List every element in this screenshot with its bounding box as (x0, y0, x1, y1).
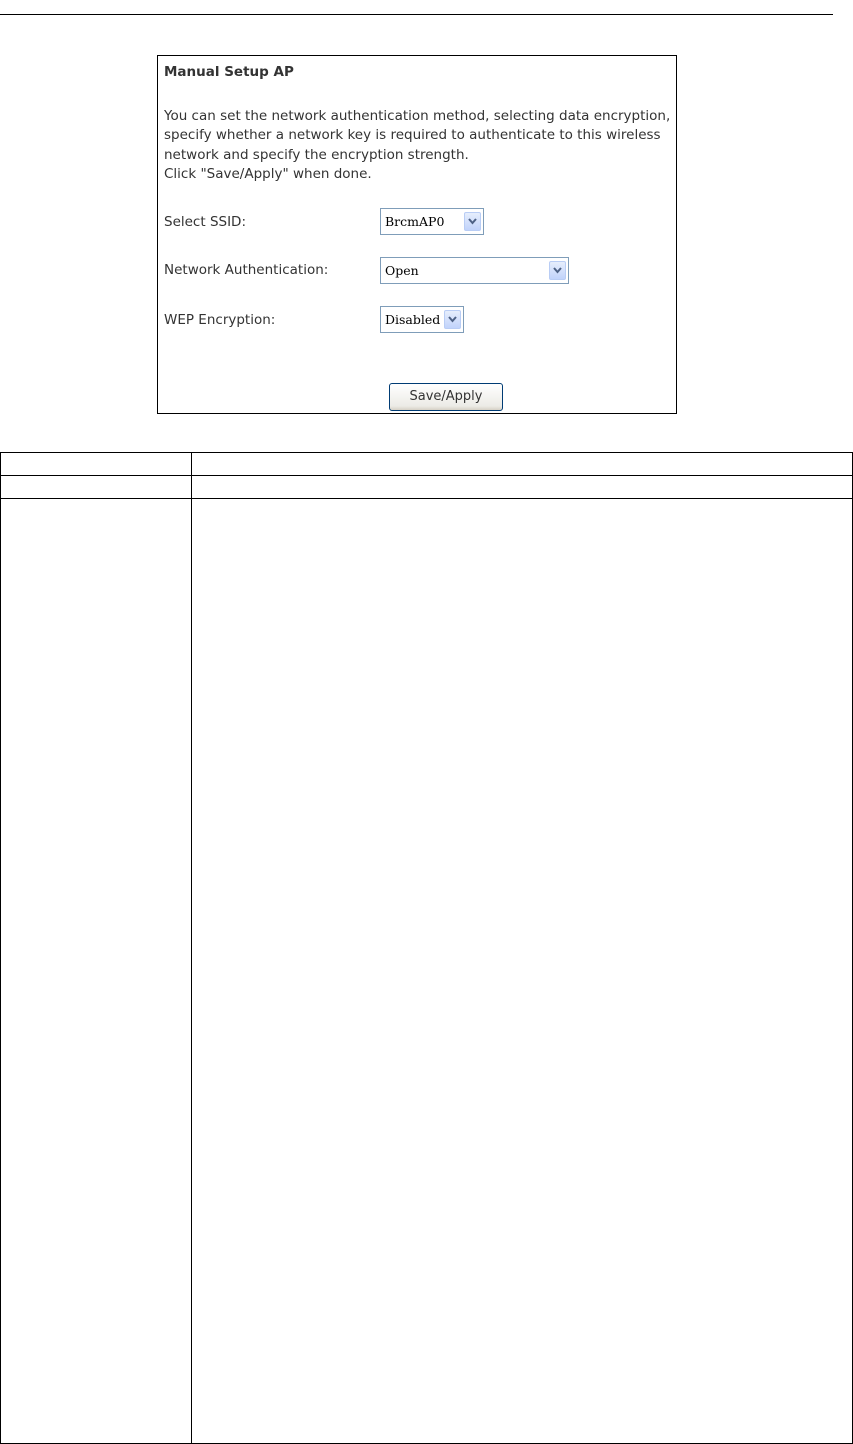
network-authentication-select[interactable]: Open (380, 257, 569, 284)
table-column-divider (191, 453, 192, 1443)
chevron-down-icon[interactable] (549, 261, 566, 280)
wep-encryption-select[interactable]: Disabled (380, 306, 464, 333)
description-line: You can set the network authentication m… (164, 108, 671, 124)
description-line: Click "Save/Apply" when done. (164, 165, 372, 182)
select-ssid-label: Select SSID: (164, 214, 247, 230)
network-authentication-label: Network Authentication: (164, 262, 329, 278)
panel-description: You can set the network authentication m… (164, 107, 674, 184)
table-row-divider (1, 498, 852, 499)
network-authentication-select-value: Open (385, 263, 419, 278)
ssid-select[interactable]: BrcmAP0 (380, 208, 484, 235)
chevron-down-icon[interactable] (464, 212, 481, 231)
chevron-down-icon[interactable] (444, 310, 461, 329)
save-apply-button[interactable]: Save/Apply (389, 383, 503, 411)
page-header-rule (0, 14, 833, 15)
manual-setup-ap-panel: Manual Setup AP You can set the network … (157, 55, 677, 414)
parameter-table (0, 452, 853, 1444)
description-line: specify whether a network key is require… (164, 127, 661, 144)
table-row-divider (1, 475, 852, 476)
panel-title: Manual Setup AP (164, 64, 294, 80)
wep-encryption-label: WEP Encryption: (164, 312, 276, 328)
ssid-select-value: BrcmAP0 (385, 214, 445, 229)
description-line: network and specify the encryption stren… (164, 146, 469, 163)
wep-encryption-select-value: Disabled (385, 312, 441, 327)
